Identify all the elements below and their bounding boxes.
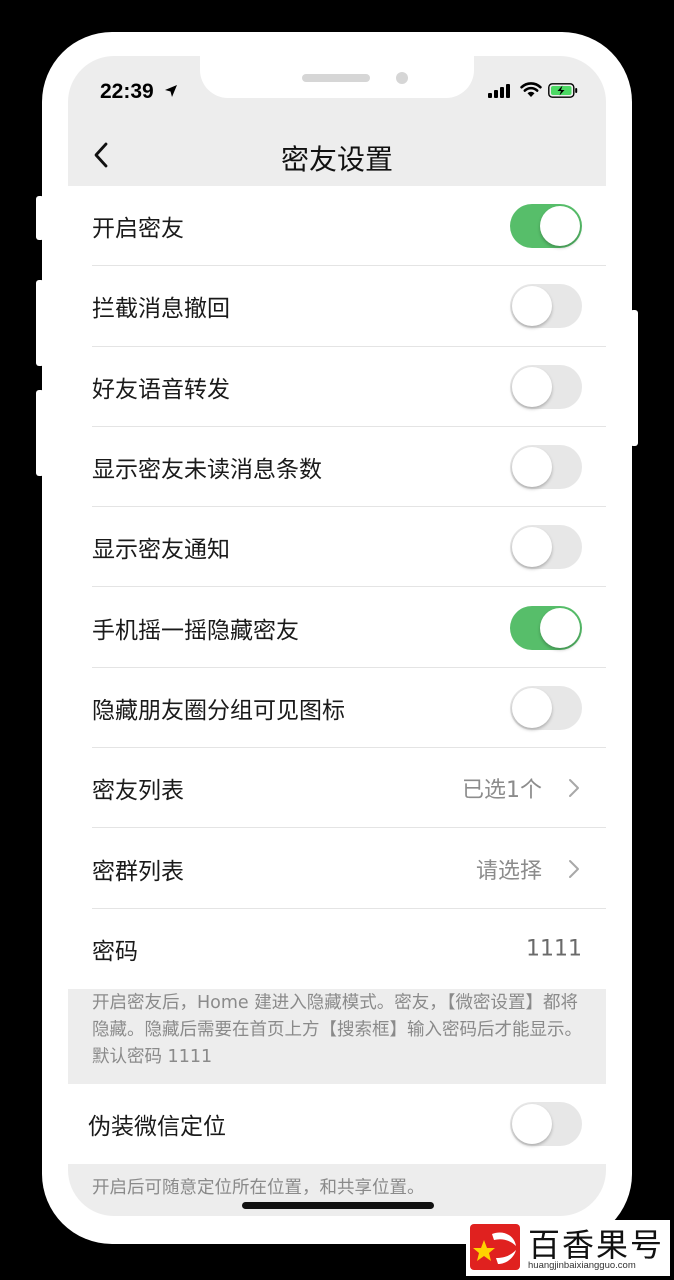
front-camera [396, 72, 408, 84]
setting-row-shake-hide[interactable]: 手机摇一摇隐藏密友 [68, 587, 606, 668]
setting-label: 好友语音转发 [92, 376, 230, 403]
toggle-switch[interactable] [510, 204, 582, 249]
setting-label: 显示密友通知 [92, 537, 230, 564]
toggle-knob [540, 206, 580, 247]
setting-row-intercept-recall[interactable]: 拦截消息撤回 [68, 266, 606, 347]
location-note: 开启后可随意定位所在位置，和共享位置。 [92, 1178, 425, 1198]
toggle-knob [512, 366, 552, 407]
setting-row-hide-moments-icon[interactable]: 隐藏朋友圈分组可见图标 [68, 668, 606, 749]
notch [200, 56, 474, 98]
toggle-knob [512, 527, 552, 568]
page-title: 密友设置 [280, 143, 393, 176]
toggle-knob [512, 286, 552, 327]
wifi-icon [520, 82, 542, 97]
setting-label: 拦截消息撤回 [92, 296, 230, 323]
settings-list: 开启密友 拦截消息撤回 好友语音转发 显示密友未读消息条数 显示密友通知 手机摇… [68, 186, 606, 989]
setting-label: 显示密友未读消息条数 [92, 457, 322, 484]
toggle-knob [512, 1104, 552, 1144]
setting-label: 密码 [92, 938, 138, 965]
star-logo-icon [473, 1232, 516, 1264]
home-indicator[interactable] [242, 1202, 434, 1209]
toggle-switch[interactable] [510, 284, 582, 329]
chevron-right-icon [569, 859, 579, 878]
toggle-knob [512, 687, 552, 728]
toggle-switch[interactable] [510, 445, 582, 490]
setting-row-password[interactable]: 密码 1111 [68, 909, 606, 989]
toggle-knob [540, 607, 580, 648]
setting-row-group-list[interactable]: 密群列表 请选择 [68, 828, 606, 909]
setting-label: 密友列表 [92, 778, 184, 805]
toggle-switch[interactable] [510, 605, 582, 650]
footer-note: 开启密友后，Home 建进入隐藏模式。密友，【微密设置】都将隐藏。隐藏后需要在首… [92, 993, 582, 1067]
setting-row-voice-forward[interactable]: 好友语音转发 [68, 347, 606, 427]
navigation-bar: 密友设置 [68, 126, 606, 186]
setting-label: 开启密友 [92, 216, 184, 243]
cellular-signal-icon [488, 84, 510, 98]
password-value: 1111 [526, 936, 582, 962]
watermark: 百香果号 huangjinbaixiangguo.com [466, 1220, 670, 1276]
earpiece-speaker [302, 74, 370, 82]
setting-value: 请选择 [475, 858, 542, 884]
toggle-switch[interactable] [510, 685, 582, 730]
toggle-switch[interactable] [510, 1102, 582, 1146]
chevron-right-icon [569, 779, 579, 798]
toggle-switch[interactable] [510, 525, 582, 570]
toggle-knob [512, 447, 552, 488]
setting-row-enable-close-friends[interactable]: 开启密友 [68, 186, 606, 267]
setting-row-unread-count[interactable]: 显示密友未读消息条数 [68, 427, 606, 508]
setting-value: 已选1个 [462, 778, 542, 804]
status-time: 22:39 [100, 80, 154, 103]
toggle-switch[interactable] [510, 364, 582, 409]
setting-label: 手机摇一摇隐藏密友 [92, 617, 299, 644]
setting-label: 隐藏朋友圈分组可见图标 [92, 697, 345, 724]
watermark-url: huangjinbaixiangguo.com [528, 1260, 636, 1271]
watermark-logo [470, 1224, 520, 1270]
setting-label: 密群列表 [92, 858, 184, 885]
setting-row-friend-list[interactable]: 密友列表 已选1个 [68, 748, 606, 829]
setting-row-notifications[interactable]: 显示密友通知 [68, 507, 606, 588]
setting-label: 伪装微信定位 [88, 1114, 226, 1140]
battery-charging-icon [548, 83, 578, 98]
setting-row-fake-location[interactable]: 伪装微信定位 [68, 1084, 606, 1164]
location-arrow-icon [165, 85, 177, 97]
phone-screen: 22:39 密友设置 开启密友 拦截消息撤回 好友语音转发 显示密友未读消息条数… [68, 56, 606, 1216]
